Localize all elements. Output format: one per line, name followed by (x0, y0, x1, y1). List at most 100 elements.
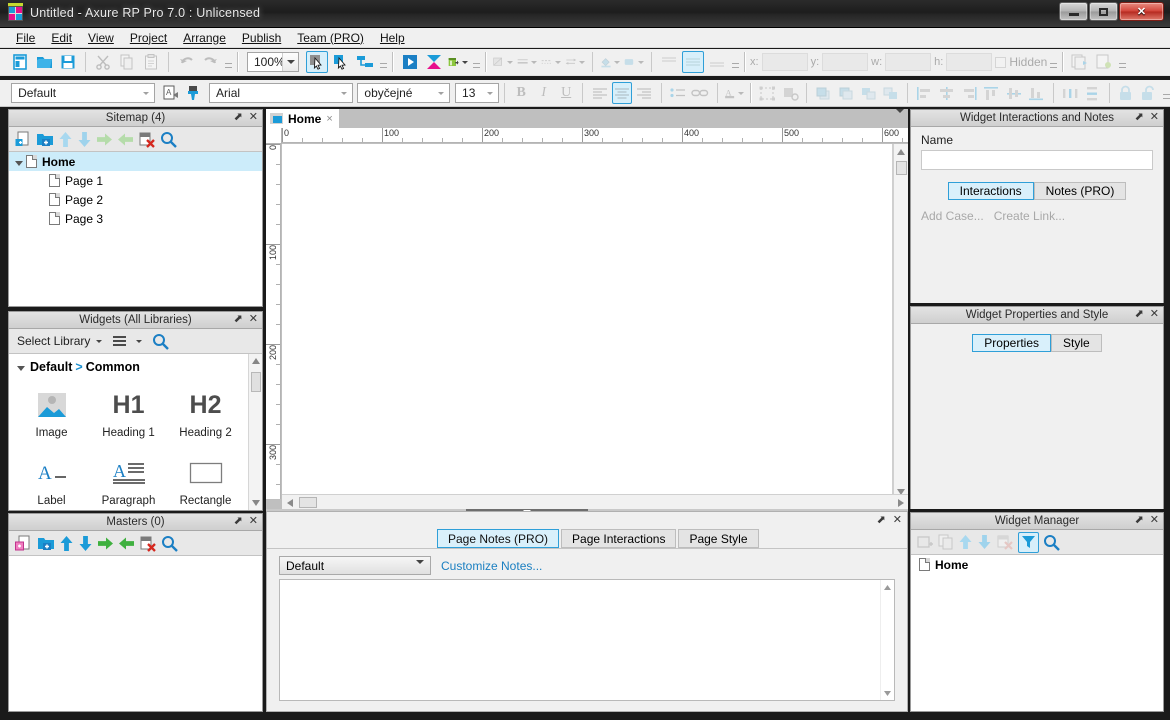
widget-item-rectangle[interactable]: Rectangle (167, 450, 244, 510)
notes-type-select[interactable]: Default (279, 556, 431, 578)
menu-help[interactable]: Help (372, 29, 413, 47)
w-input[interactable] (885, 53, 932, 71)
tab-interactions[interactable]: Interactions (947, 182, 1034, 200)
convert-to-master-button[interactable] (1069, 51, 1091, 73)
tab-properties[interactable]: Properties (972, 334, 1051, 352)
widget-manager-item-home[interactable]: Home (911, 555, 1163, 574)
line-style-button[interactable] (492, 51, 514, 73)
y-input[interactable] (822, 53, 869, 71)
distribute-vertical-button[interactable] (1082, 82, 1102, 104)
scroll-up-icon[interactable] (894, 144, 908, 159)
menu-team[interactable]: Team (PRO) (289, 29, 372, 47)
design-canvas[interactable] (282, 144, 893, 499)
float-icon[interactable]: ⬈ (234, 516, 243, 527)
tab-notes-pro[interactable]: Notes (PRO) (1033, 182, 1127, 200)
bring-forward-button[interactable] (858, 82, 878, 104)
widget-item-heading1[interactable]: H1 Heading 1 (90, 382, 167, 450)
toolbar-overflow-5[interactable] (1049, 53, 1058, 71)
sitemap-add-folder-button[interactable] (36, 131, 54, 148)
canvas-vertical-scrollbar[interactable] (893, 144, 908, 499)
master-options-button[interactable] (1093, 51, 1115, 73)
sitemap-item-page-2[interactable]: Page 2 (9, 190, 262, 209)
align-objects-left-button[interactable] (914, 82, 934, 104)
create-link-link[interactable]: Create Link... (994, 209, 1065, 223)
wm-duplicate-button[interactable] (938, 534, 954, 550)
italic-button[interactable]: I (533, 82, 553, 104)
scrollbar-thumb[interactable] (299, 497, 317, 508)
line-pattern-button[interactable] (540, 51, 562, 73)
scrollbar-thumb[interactable] (251, 372, 261, 392)
widget-item-paragraph[interactable]: A Paragraph (90, 450, 167, 510)
align-objects-top-button[interactable] (982, 82, 1002, 104)
connector-mode-button[interactable] (330, 51, 352, 73)
align-left-button[interactable] (589, 82, 609, 104)
lock-button[interactable] (1116, 82, 1136, 104)
copy-button[interactable] (116, 51, 138, 73)
scroll-up-icon[interactable] (881, 580, 894, 594)
sitemap-search-button[interactable] (160, 131, 177, 148)
toolbar-overflow-4[interactable] (731, 53, 740, 71)
bullet-list-button[interactable] (668, 82, 688, 104)
font-size-arrow[interactable] (482, 84, 498, 102)
toolbar-overflow-3[interactable] (472, 53, 481, 71)
pen-mode-button[interactable] (354, 51, 376, 73)
zoom-combo[interactable]: 100% (247, 52, 299, 72)
float-icon[interactable]: ⬈ (1135, 515, 1144, 526)
sitemap-delete-button[interactable] (138, 131, 156, 148)
toolbar-overflow-1[interactable] (224, 53, 233, 71)
underline-button[interactable]: U (556, 82, 576, 104)
scrollbar-thumb[interactable] (896, 161, 907, 175)
zoom-dropdown-arrow[interactable] (282, 53, 298, 71)
font-family-combo[interactable]: Arial (209, 83, 353, 103)
masters-move-down-button[interactable] (78, 535, 93, 552)
font-family-arrow[interactable] (336, 84, 352, 102)
undo-button[interactable] (175, 51, 197, 73)
masters-add-master-button[interactable] (15, 535, 33, 552)
menu-publish[interactable]: Publish (234, 29, 289, 47)
font-size-combo[interactable]: 13 (455, 83, 500, 103)
bold-button[interactable]: B (511, 82, 531, 104)
paste-button[interactable] (140, 51, 162, 73)
add-case-link[interactable]: Add Case... (921, 209, 984, 223)
align-center-button[interactable] (611, 82, 633, 104)
arrow-style-button[interactable] (564, 51, 586, 73)
library-options-arrow[interactable] (136, 339, 143, 343)
canvas-horizontal-scrollbar[interactable] (282, 494, 908, 509)
canvas-tab-home[interactable]: Home × (266, 109, 339, 128)
ungroup-button[interactable] (780, 82, 800, 104)
scroll-right-icon[interactable] (893, 495, 908, 510)
sitemap-item-home[interactable]: Home (9, 152, 262, 171)
line-width-button[interactable] (516, 51, 538, 73)
library-options-button[interactable] (112, 334, 130, 348)
shadow-button[interactable] (623, 51, 645, 73)
close-panel-icon[interactable]: ✕ (249, 112, 258, 123)
distribute-horizontal-button[interactable] (1060, 82, 1080, 104)
sitemap-item-page-1[interactable]: Page 1 (9, 171, 262, 190)
align-right-button[interactable] (634, 82, 654, 104)
minimize-button[interactable] (1059, 2, 1088, 21)
close-panel-icon[interactable]: ✕ (1150, 309, 1159, 320)
maximize-button[interactable] (1089, 2, 1118, 21)
scroll-down-icon[interactable] (249, 496, 262, 510)
float-icon[interactable]: ⬈ (234, 314, 243, 325)
notes-scrollbar[interactable] (880, 580, 894, 700)
toolbar-overflow-7[interactable] (1162, 84, 1170, 102)
save-button[interactable] (57, 51, 79, 73)
align-objects-middle-button[interactable] (1004, 82, 1024, 104)
widget-item-image[interactable]: Image (13, 382, 90, 450)
generate-prototype-button[interactable] (447, 51, 469, 73)
text-align-top-button[interactable] (658, 51, 680, 73)
menu-edit[interactable]: Edit (43, 29, 80, 47)
sitemap-add-page-button[interactable] (15, 131, 32, 148)
text-align-middle-button[interactable] (682, 51, 704, 73)
sitemap-indent-button[interactable] (96, 132, 113, 147)
send-backward-button[interactable] (881, 82, 901, 104)
widget-item-heading2[interactable]: H2 Heading 2 (167, 382, 244, 450)
canvas-tab-close-icon[interactable]: × (326, 113, 332, 125)
tab-page-notes[interactable]: Page Notes (PRO) (437, 529, 560, 548)
font-color-button[interactable]: A (723, 82, 745, 104)
group-button[interactable] (757, 82, 777, 104)
menu-arrange[interactable]: Arrange (175, 29, 234, 47)
sitemap-item-page-3[interactable]: Page 3 (9, 209, 262, 228)
font-weight-arrow[interactable] (433, 84, 449, 102)
